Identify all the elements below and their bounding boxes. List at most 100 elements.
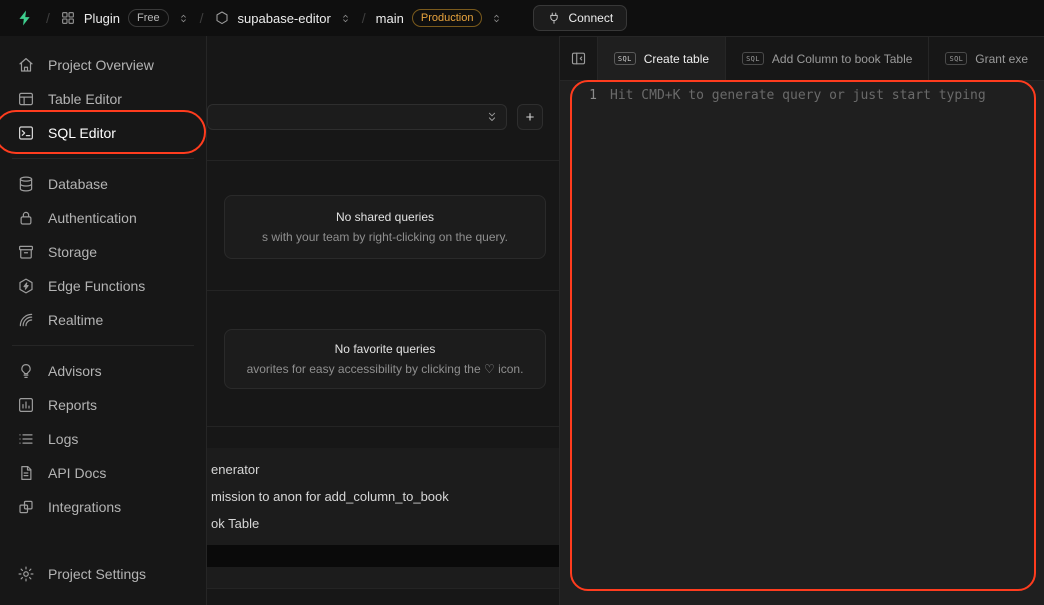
sidebar-item-advisors[interactable]: Advisors (8, 354, 198, 388)
production-badge: Production (412, 9, 483, 27)
gear-icon (17, 565, 35, 583)
org-switcher-chevrons-icon[interactable] (177, 12, 190, 25)
sidebar-item-label: Authentication (48, 210, 137, 226)
home-icon (17, 56, 35, 74)
breadcrumb-separator: / (362, 10, 366, 26)
database-icon (17, 175, 35, 193)
sidebar-item-label: Table Editor (48, 91, 122, 107)
favorite-queries-empty-card: No favorite queries avorites for easy ac… (224, 329, 546, 389)
shared-queries-empty-card: No shared queries s with your team by ri… (224, 195, 546, 259)
realtime-icon (17, 311, 35, 329)
supabase-logo-icon[interactable] (14, 7, 36, 29)
sidebar-item-project-overview[interactable]: Project Overview (8, 48, 198, 82)
sql-editor-pane: SQL Create table SQL Add Column to book … (560, 36, 1044, 605)
panel-divider (207, 588, 559, 589)
organization-icon (60, 10, 76, 26)
sidebar-item-label: SQL Editor (48, 125, 116, 141)
sql-badge-icon: SQL (742, 52, 764, 65)
sidebar-item-database[interactable]: Database (8, 167, 198, 201)
panel-divider (207, 290, 559, 291)
sql-queries-panel: + No shared queries s with your team by … (207, 36, 560, 605)
sql-badge-icon: SQL (614, 52, 636, 65)
sidebar-spacer (8, 524, 198, 557)
sidebar-item-integrations[interactable]: Integrations (8, 490, 198, 524)
search-queries-field[interactable] (215, 110, 485, 124)
panel-divider (207, 160, 559, 161)
sidebar-item-label: Integrations (48, 499, 121, 515)
lightbulb-icon (17, 362, 35, 380)
breadcrumb-separator: / (200, 10, 204, 26)
sidebar-item-project-settings[interactable]: Project Settings (8, 557, 198, 591)
tab-create-table[interactable]: SQL Create table (597, 37, 725, 80)
reports-icon (17, 396, 35, 414)
sidebar-item-label: Database (48, 176, 108, 192)
sidebar-item-label: Realtime (48, 312, 103, 328)
tab-grant-execute[interactable]: SQL Grant exe (928, 37, 1044, 80)
sql-badge-icon: SQL (945, 52, 967, 65)
branch-switcher-chevrons-icon[interactable] (490, 12, 503, 25)
search-queries-input[interactable] (207, 104, 507, 130)
query-panel-toolbar: + (207, 104, 548, 130)
top-bar: / Plugin Free / supabase-editor / main P… (0, 0, 1044, 36)
shared-empty-title: No shared queries (336, 210, 434, 224)
sidebar-divider (12, 158, 194, 159)
project-switcher-chevrons-icon[interactable] (339, 12, 352, 25)
sidebar-item-label: Project Overview (48, 57, 154, 73)
tab-label: Create table (644, 52, 709, 66)
new-query-button[interactable]: + (517, 104, 543, 130)
sidebar-item-edge-functions[interactable]: Edge Functions (8, 269, 198, 303)
terminal-icon (17, 124, 35, 142)
sidebar-item-label: Storage (48, 244, 97, 260)
blocks-icon (17, 498, 35, 516)
line-number: 1 (560, 88, 597, 103)
private-queries-list: enerator mission to anon for add_column_… (207, 448, 559, 588)
editor-placeholder-text: Hit CMD+K to generate query or just star… (597, 88, 986, 103)
query-list-item[interactable]: ok Table (207, 510, 559, 537)
sidebar-item-label: Advisors (48, 363, 102, 379)
double-chevron-down-icon[interactable] (485, 110, 499, 124)
query-list-item[interactable]: enerator (207, 456, 559, 483)
shared-empty-description: s with your team by right-clicking on th… (262, 230, 508, 244)
org-name: Plugin (84, 11, 120, 26)
sidebar-item-sql-editor[interactable]: SQL Editor (8, 116, 198, 150)
branch-name: main (376, 11, 404, 26)
breadcrumb-project[interactable]: supabase-editor (214, 10, 352, 26)
main-sidebar: Project Overview Table Editor SQL Editor… (0, 36, 207, 605)
project-name: supabase-editor (238, 11, 331, 26)
favorites-empty-title: No favorite queries (335, 342, 436, 356)
sidebar-item-authentication[interactable]: Authentication (8, 201, 198, 235)
panel-collapse-icon (570, 50, 587, 67)
breadcrumb-org[interactable]: Plugin Free (60, 9, 190, 27)
sidebar-item-label: Reports (48, 397, 97, 413)
sidebar-item-table-editor[interactable]: Table Editor (8, 82, 198, 116)
sidebar-item-api-docs[interactable]: API Docs (8, 456, 198, 490)
plug-icon (547, 11, 561, 25)
sidebar-item-realtime[interactable]: Realtime (8, 303, 198, 337)
sidebar-item-label: Project Settings (48, 566, 146, 582)
sql-code-editor[interactable]: 1 Hit CMD+K to generate query or just st… (560, 81, 1044, 605)
breadcrumb-separator: / (46, 10, 50, 26)
table-icon (17, 90, 35, 108)
editor-tab-bar: SQL Create table SQL Add Column to book … (560, 37, 1044, 81)
storage-icon (17, 243, 35, 261)
collapse-sidebar-button[interactable] (560, 37, 597, 80)
plan-badge: Free (128, 9, 169, 27)
tab-label: Grant exe (975, 52, 1028, 66)
query-list-item[interactable]: mission to anon for add_column_to_book (207, 483, 559, 510)
logs-icon (17, 430, 35, 448)
tab-add-column-to-book-table[interactable]: SQL Add Column to book Table (725, 37, 928, 80)
panel-divider (207, 426, 559, 427)
lock-icon (17, 209, 35, 227)
favorites-empty-description: avorites for easy accessibility by click… (247, 362, 524, 376)
tab-label: Add Column to book Table (772, 52, 913, 66)
sidebar-item-reports[interactable]: Reports (8, 388, 198, 422)
selected-query-row[interactable] (207, 545, 559, 567)
sidebar-item-label: Edge Functions (48, 278, 145, 294)
connect-button[interactable]: Connect (533, 5, 627, 31)
sidebar-divider (12, 345, 194, 346)
sidebar-item-label: API Docs (48, 465, 106, 481)
connect-label: Connect (568, 11, 613, 25)
breadcrumb-branch[interactable]: main Production (376, 9, 504, 27)
sidebar-item-storage[interactable]: Storage (8, 235, 198, 269)
sidebar-item-logs[interactable]: Logs (8, 422, 198, 456)
